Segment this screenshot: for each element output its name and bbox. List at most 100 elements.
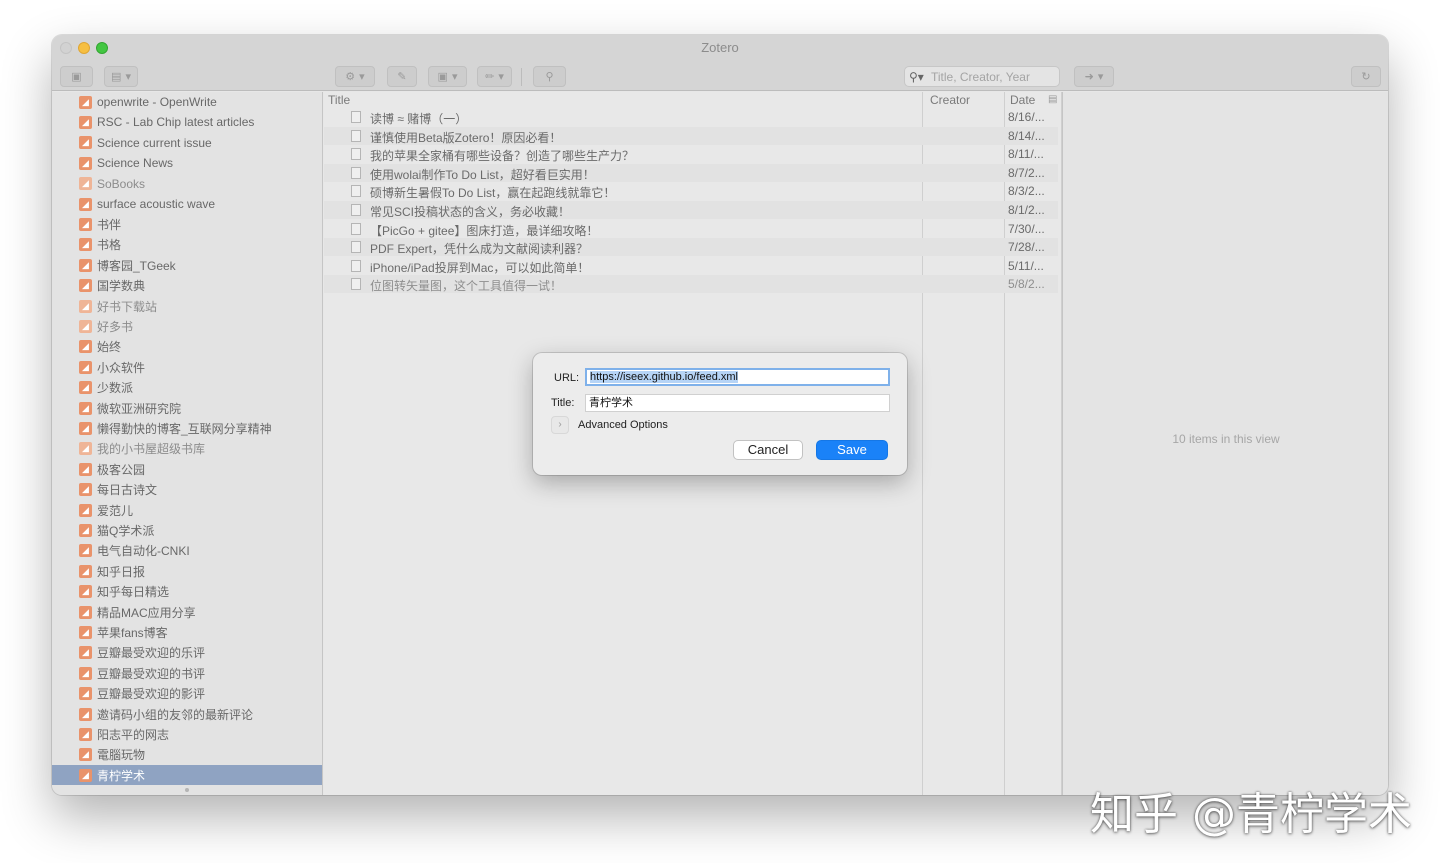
column-header-title[interactable]: Title <box>324 92 922 108</box>
sidebar-feed-item[interactable]: ◢ Science current issue <box>52 133 322 153</box>
watermark: 知乎 @青柠学术 <box>1090 789 1412 840</box>
sidebar-feed-label: Science current issue <box>97 135 212 150</box>
sidebar-feed-item[interactable]: ◢ 电气自动化-CNKI <box>52 541 322 561</box>
collections-sidebar: ◢ openwrite - OpenWrite ◢ RSC - Lab Chip la… <box>52 92 323 795</box>
sidebar-feed-label: SoBooks <box>97 176 146 191</box>
search-icon: ⚲▾ <box>909 69 924 84</box>
table-row[interactable]: PDF Expert，凭什么成为文献阅读利器？ 7/28/... <box>324 238 1058 257</box>
document-icon <box>351 222 361 235</box>
url-value: https://iseex.github.io/feed.xml <box>590 371 738 383</box>
sidebar-feed-item[interactable]: ◢ openwrite - OpenWrite <box>52 92 322 112</box>
table-row[interactable]: 使用wolai制作To Do List，超好看巨实用！ 8/7/2... <box>324 163 1058 182</box>
sidebar-feed-label: 我的小书屋超级书库 <box>97 442 206 457</box>
sidebar-feed-item[interactable]: ◢ SoBooks <box>52 174 322 194</box>
sidebar-feed-item[interactable]: ◢ 苹果fans博客 <box>52 622 322 642</box>
chevron-right-icon[interactable]: › <box>551 416 569 434</box>
item-title: 常见SCI投稿状态的含义，务必收藏！ <box>370 205 571 219</box>
rss-icon: ◢ <box>79 748 92 762</box>
table-row[interactable]: 读博 ≈ 赌博（一） 8/16/... <box>324 108 1058 126</box>
advanced-options-toggle[interactable]: Advanced Options <box>578 419 668 431</box>
sidebar-feed-item[interactable]: ◢ 青柠学术 <box>52 765 322 786</box>
sidebar-feed-item[interactable]: ◢ 豆瓣最受欢迎的乐评 <box>52 643 322 663</box>
sync-button[interactable]: ↻ <box>1351 66 1381 87</box>
table-row[interactable]: 【PicGo + gitee】图床打造，最详细攻略！ 7/30/... <box>324 220 1058 238</box>
resize-handle[interactable] <box>185 788 189 792</box>
document-icon <box>351 259 361 272</box>
sidebar-feed-item[interactable]: ◢ 知乎每日精选 <box>52 582 322 602</box>
sidebar-feed-label: surface acoustic wave <box>97 197 216 211</box>
advanced-search-button[interactable]: ⚲ <box>533 66 566 87</box>
rss-icon: ◢ <box>79 115 92 129</box>
sidebar-feed-item[interactable]: ◢ 好书下载站 <box>52 296 322 316</box>
item-title: 硕博新生暑假To Do List，赢在起跑线就靠它！ <box>370 186 616 201</box>
sidebar-feed-item[interactable]: ◢ 精品MAC应用分享 <box>52 602 322 622</box>
sidebar-feed-item[interactable]: ◢ RSC - Lab Chip latest articles <box>52 112 322 132</box>
sidebar-feed-item[interactable]: ◢ 国学数典 <box>52 276 322 296</box>
item-date: 8/11/... <box>1008 147 1044 162</box>
feed-actions-button[interactable]: ⚙ ▾ <box>335 66 375 87</box>
table-row[interactable]: 位图转矢量图，这个工具值得一试！ 5/8/2... <box>324 275 1058 294</box>
locate-button[interactable]: ➜ ▾ <box>1074 66 1114 87</box>
new-library-menu-button[interactable]: ▤ ▾ <box>104 66 138 87</box>
add-feed-dialog: URL: https://iseex.github.io/feed.xml Ti… <box>533 353 907 475</box>
sidebar-feed-label: 好书下载站 <box>97 299 158 314</box>
rss-icon: ◢ <box>79 727 92 741</box>
sidebar-feed-item[interactable]: ◢ 好多书 <box>52 316 322 336</box>
sidebar-feed-item[interactable]: ◢ 少数派 <box>52 378 322 398</box>
rss-icon: ◢ <box>79 299 92 313</box>
sidebar-feed-item[interactable]: ◢ 懒得勤快的博客_互联网分享精神 <box>52 418 322 438</box>
rss-icon: ◢ <box>79 156 92 170</box>
rss-icon: ◢ <box>79 605 92 619</box>
sidebar-feed-label: 好多书 <box>97 319 134 334</box>
sidebar-feed-item[interactable]: ◢ 始终 <box>52 337 322 357</box>
library-icon: ▤ <box>111 71 122 83</box>
sidebar-feed-item[interactable]: ◢ 豆瓣最受欢迎的书评 <box>52 663 322 683</box>
sidebar-feed-item[interactable]: ◢ 豆瓣最受欢迎的影评 <box>52 684 322 704</box>
item-date: 7/30/... <box>1008 221 1045 236</box>
sidebar-feed-item[interactable]: ◢ 每日古诗文 <box>52 480 322 500</box>
item-title: 【PicGo + gitee】图床打造，最详细攻略！ <box>370 223 599 238</box>
rss-icon: ◢ <box>79 381 92 395</box>
sidebar-feed-item[interactable]: ◢ 電腦玩物 <box>52 745 322 765</box>
sidebar-feed-item[interactable]: ◢ 知乎日报 <box>52 561 322 581</box>
title-input[interactable]: 青柠学术 <box>585 394 890 412</box>
new-item-button[interactable]: ▣ ▾ <box>428 66 467 87</box>
sidebar-feed-item[interactable]: ◢ 极客公园 <box>52 459 322 479</box>
edit-feed-button[interactable]: ✎ <box>387 66 417 87</box>
sidebar-feed-item[interactable]: ◢ 阳志平的网志 <box>52 724 322 744</box>
document-icon <box>351 185 361 198</box>
sidebar-feed-item[interactable]: ◢ 书伴 <box>52 214 322 234</box>
save-button[interactable]: Save <box>816 440 888 460</box>
url-input[interactable]: https://iseex.github.io/feed.xml <box>585 368 890 386</box>
table-row[interactable]: iPhone/iPad投屏到Mac，可以如此简单！ 5/11/... <box>324 257 1058 275</box>
item-date: 8/3/2... <box>1008 184 1045 199</box>
new-collection-button[interactable]: ▣ <box>60 66 93 87</box>
sidebar-feed-item[interactable]: ◢ 小众软件 <box>52 357 322 377</box>
search-box[interactable]: ⚲▾ Title, Creator, Year <box>904 66 1060 87</box>
column-header-creator[interactable]: Creator <box>926 92 1004 108</box>
sidebar-feed-item[interactable]: ◢ 书格 <box>52 235 322 255</box>
item-title: iPhone/iPad投屏到Mac，可以如此简单！ <box>370 260 590 275</box>
sidebar-feed-item[interactable]: ◢ 猫Q学术派 <box>52 520 322 540</box>
sidebar-feed-item[interactable]: ◢ 博客园_TGeek <box>52 255 322 275</box>
table-row[interactable]: 硕博新生暑假To Do List，赢在起跑线就靠它！ 8/3/2... <box>324 182 1058 200</box>
table-row[interactable]: 我的苹果全家桶有哪些设备？创造了哪些生产力？ 8/11/... <box>324 145 1058 163</box>
sidebar-feed-label: 豆瓣最受欢迎的影评 <box>97 687 206 702</box>
sidebar-feed-item[interactable]: ◢ Science News <box>52 153 322 173</box>
sidebar-feed-label: RSC - Lab Chip latest articles <box>97 115 255 130</box>
sidebar-feed-item[interactable]: ◢ 我的小书屋超级书库 <box>52 439 322 459</box>
new-note-button[interactable]: ✏ ▾ <box>477 66 512 87</box>
sidebar-feed-item[interactable]: ◢ 爱范儿 <box>52 500 322 520</box>
chevron-down-icon: ▾ <box>125 71 131 83</box>
note-icon: ✏ <box>485 71 495 83</box>
table-row[interactable]: 谨慎使用Beta版Zotero！原因必看！ 8/14/... <box>324 126 1058 145</box>
sidebar-feed-item[interactable]: ◢ 邀请码小组的友邻的最新评论 <box>52 704 322 724</box>
sidebar-feed-label: 青柠学术 <box>97 768 146 783</box>
cancel-button[interactable]: Cancel <box>733 440 803 460</box>
sidebar-feed-item[interactable]: ◢ surface acoustic wave <box>52 194 322 214</box>
sidebar-feed-item[interactable]: ◢ 微软亚洲研究院 <box>52 398 322 418</box>
column-picker-icon[interactable]: ▤ <box>1044 92 1058 108</box>
table-row[interactable]: 常见SCI投稿状态的含义，务必收藏！ 8/1/2... <box>324 201 1058 219</box>
item-date: 7/28/... <box>1008 240 1045 255</box>
rss-icon: ◢ <box>79 585 92 599</box>
